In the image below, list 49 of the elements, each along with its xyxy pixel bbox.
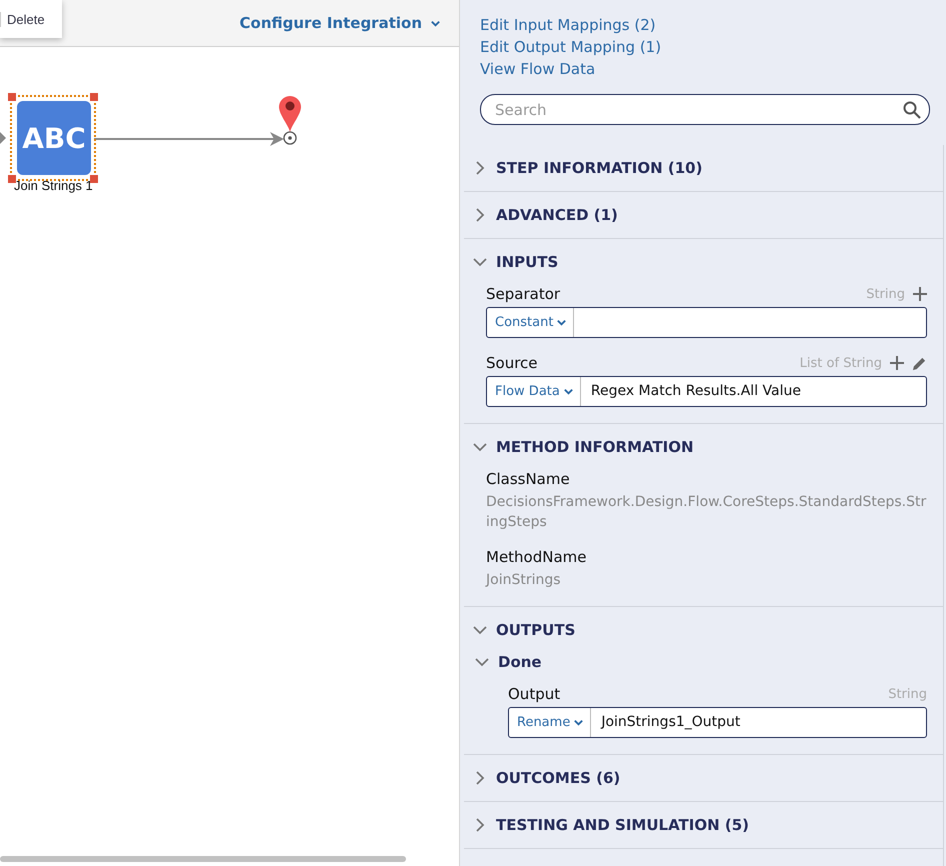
type-label: String [866, 286, 905, 302]
resize-handle[interactable] [90, 175, 98, 183]
mapping-field[interactable]: Constant [486, 307, 927, 338]
section-header[interactable]: ADVANCED (1) [464, 192, 618, 238]
step-icon: ABC [17, 101, 91, 175]
resize-handle[interactable] [8, 175, 16, 183]
mode-dropdown[interactable]: Rename [509, 708, 592, 737]
type-label: List of String [800, 356, 882, 370]
end-pin-icon [278, 96, 302, 146]
section-header[interactable]: INPUTS [464, 239, 558, 285]
pencil-icon[interactable] [912, 356, 927, 370]
resize-handle[interactable] [90, 93, 98, 101]
search-input[interactable]: Search [493, 100, 903, 120]
section-header[interactable]: STEP INFORMATION (10) [464, 145, 702, 191]
mode-dropdown[interactable]: Flow Data [487, 377, 581, 406]
info-value: DecisionsFramework.Design.Flow.CoreSteps.StandardSteps.StringSteps [486, 493, 927, 532]
plus-icon[interactable] [890, 356, 904, 370]
plus-icon[interactable] [913, 287, 927, 301]
section-header[interactable]: TESTING AND SIMULATION (5) [464, 802, 750, 848]
field-value: JoinStrings1_Output [601, 712, 740, 732]
info-label: ClassName [486, 470, 571, 488]
field-value: Regex Match Results.All Value [590, 382, 801, 400]
connector-arrow [0, 131, 6, 145]
action-link[interactable]: View Flow Data [480, 60, 926, 78]
type-label: String [888, 686, 927, 702]
outcome-toggle[interactable]: Done [464, 653, 542, 671]
caret-icon [573, 717, 584, 728]
step-caption: Join Strings 1 [14, 178, 93, 193]
section-header[interactable]: OUTCOMES (6) [464, 755, 620, 801]
delete-button[interactable]: Delete [0, 12, 45, 26]
search-field[interactable]: Search [480, 94, 930, 125]
mapping-field[interactable]: Rename JoinStrings1_Output [508, 707, 927, 738]
caret-icon [556, 317, 568, 328]
section-header[interactable]: METHOD INFORMATION [464, 424, 694, 470]
mode-dropdown[interactable]: Constant [487, 308, 574, 337]
configure-integration-button[interactable]: Configure Integration [240, 14, 441, 32]
action-link[interactable]: Edit Input Mappings (2) [480, 16, 926, 34]
field-label: Separator [486, 285, 560, 303]
action-link[interactable]: Edit Output Mapping (1) [480, 38, 926, 56]
search-icon[interactable] [903, 100, 921, 118]
step-node[interactable]: ABC [10, 95, 96, 181]
section-header[interactable]: OUTPUTS [464, 607, 576, 653]
field-label: Output [508, 685, 560, 703]
info-label: MethodName [486, 548, 588, 566]
info-value: JoinStrings [486, 571, 562, 590]
field-label: Source [486, 354, 538, 372]
mapping-field[interactable]: Flow Data Regex Match Results.All Value [486, 376, 927, 407]
caret-icon [562, 386, 574, 397]
resize-handle[interactable] [8, 93, 16, 101]
